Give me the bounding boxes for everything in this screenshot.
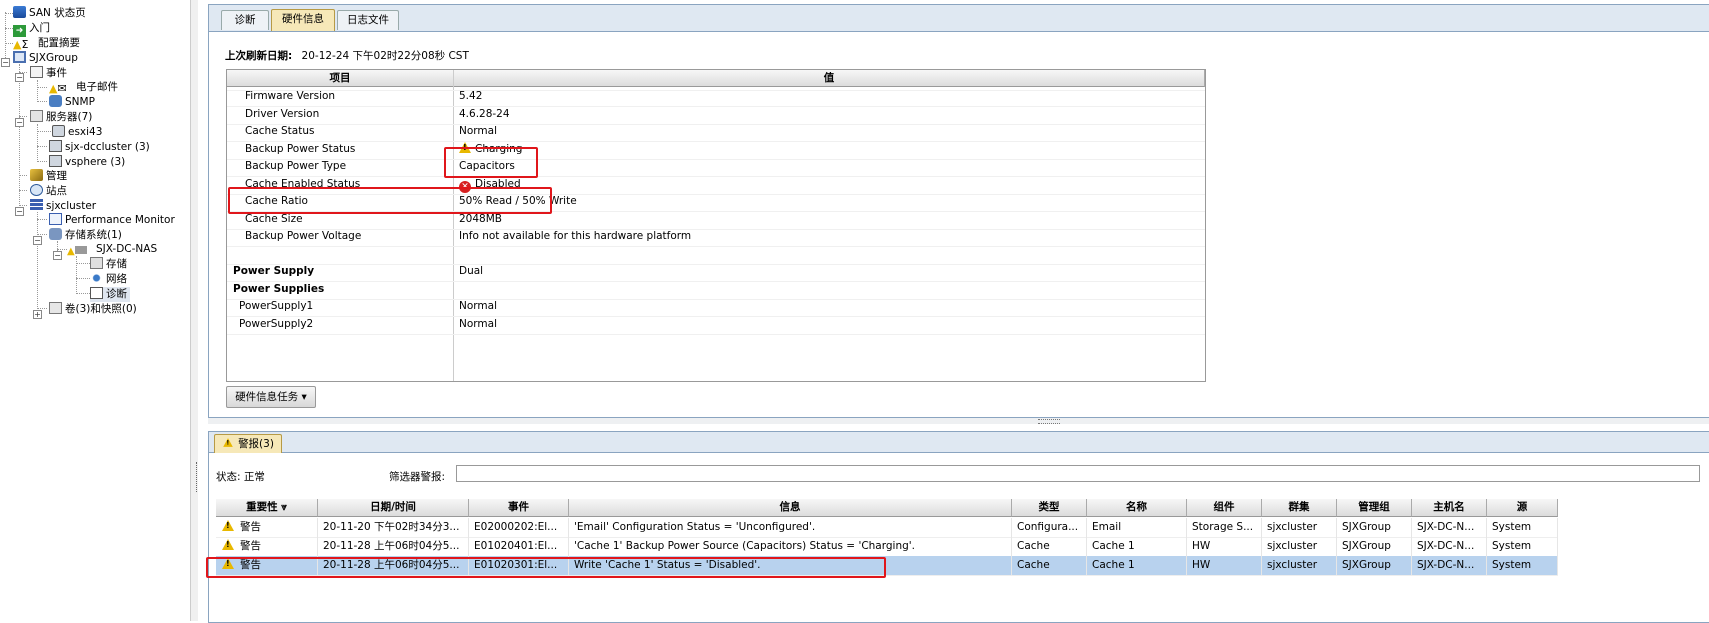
performance-monitor-icon: [49, 213, 62, 225]
storage-icon: [90, 257, 103, 269]
last-refresh-label: 上次刷新日期:: [225, 50, 293, 62]
column-header-type[interactable]: 类型: [1012, 499, 1087, 517]
alarm-status: 状态: 正常: [216, 471, 265, 483]
sites-icon: [30, 184, 43, 196]
expand-volumes-toggle[interactable]: +: [33, 310, 42, 319]
volumes-icon: [49, 302, 62, 314]
servers-icon: [30, 110, 43, 122]
admin-icon: [30, 169, 43, 181]
column-header-datetime[interactable]: 日期/时间: [318, 499, 469, 517]
diagnostics-icon: [90, 287, 103, 299]
cluster-icon: [30, 199, 43, 211]
tree-item-volumes[interactable]: 卷(3)和快照(0): [49, 302, 137, 317]
table-row[interactable]: Cache Status Normal: [227, 122, 1205, 142]
table-row[interactable]: 警告 20-11-20 下午02时34分3... E02000202:El...…: [216, 518, 1558, 538]
splitter-grip[interactable]: [1038, 419, 1060, 424]
column-header-component[interactable]: 组件: [1187, 499, 1262, 517]
tree-item-esxi43[interactable]: esxi43: [52, 125, 102, 140]
tree-item-servers[interactable]: 服务器(7): [30, 110, 92, 125]
navigation-tree: − − − − − − + SAN 状态页 ➜ 入门 ▲Σ 配置摘要 SJXGrou…: [0, 0, 190, 621]
warning-icon: [222, 520, 234, 531]
san-status-icon: [13, 6, 26, 18]
table-row[interactable]: PowerSupply1 Normal: [227, 297, 1205, 317]
highlight-box-cache-enabled: [228, 187, 552, 214]
column-header-source[interactable]: 源: [1487, 499, 1558, 517]
column-header-cluster[interactable]: 群集: [1262, 499, 1337, 517]
email-icon: ▲✉: [49, 82, 67, 95]
network-icon: [90, 272, 103, 284]
table-row[interactable]: 警告 20-11-28 上午06时04分5... E01020401:El...…: [216, 537, 1558, 557]
table-row[interactable]: Backup Power Voltage Info not available f…: [227, 227, 1205, 247]
tab-hardware-info[interactable]: 硬件信息: [271, 9, 335, 31]
highlight-box-charging: [444, 147, 538, 178]
tab-diagnostics[interactable]: 诊断: [221, 10, 269, 30]
tree-item-snmp[interactable]: SNMP: [49, 95, 95, 110]
tree-item-storage[interactable]: 存储: [90, 257, 127, 272]
vertical-splitter[interactable]: [190, 0, 198, 621]
server-cluster-icon: [49, 155, 62, 167]
tree-item-config-summary[interactable]: ▲Σ 配置摘要: [13, 36, 80, 51]
filter-alarms-label: 筛选器警报:: [389, 471, 446, 483]
highlight-box-write-cache-alarm: [206, 557, 886, 578]
server-cluster-icon: [49, 140, 62, 152]
table-row[interactable]: Power Supply Dual: [227, 262, 1205, 282]
collapse-sjxgroup-toggle[interactable]: −: [1, 58, 10, 67]
table-row[interactable]: Backup Power Type Capacitors: [227, 157, 1205, 177]
events-icon: [30, 66, 43, 78]
tree-item-performance-monitor[interactable]: Performance Monitor: [49, 213, 175, 228]
storage-systems-icon: [49, 228, 62, 240]
panel-grip[interactable]: [196, 462, 200, 492]
last-refresh: 上次刷新日期: 20-12-24 下午02时22分08秒 CST: [225, 48, 469, 63]
warning-icon: [222, 539, 234, 550]
tree-item-sjx-dccluster[interactable]: sjx-dccluster (3): [49, 140, 150, 155]
tree-item-sjxgroup[interactable]: SJXGroup: [13, 51, 78, 66]
collapse-sjx-dc-nas-toggle[interactable]: −: [53, 251, 62, 260]
management-group-icon: [13, 51, 26, 63]
column-header-severity[interactable]: 重要性 ⩔: [216, 499, 318, 517]
tree-item-sjx-dc-nas[interactable]: ▲ SJX-DC-NAS: [67, 242, 157, 257]
tree-item-sites[interactable]: 站点: [30, 184, 67, 199]
tree-item-getting-started[interactable]: ➜ 入门: [13, 21, 50, 37]
tree-item-vsphere[interactable]: vsphere (3): [49, 155, 125, 170]
tree-item-storage-systems[interactable]: 存储系统(1): [49, 228, 122, 243]
hardware-info-grid: 项目 值 Firmware Version 5.42 Driver Version…: [226, 69, 1206, 382]
alarms-tab-bar: [209, 432, 1709, 453]
tree-item-sjxcluster[interactable]: sjxcluster: [30, 199, 96, 214]
last-refresh-value: 20-12-24 下午02时22分08秒 CST: [301, 50, 469, 62]
tree-item-san-status[interactable]: SAN 状态页: [13, 6, 86, 21]
tree-item-admin[interactable]: 管理: [30, 169, 67, 184]
tab-alarms[interactable]: 警报(3): [214, 434, 282, 453]
tree-item-network[interactable]: 网络: [90, 272, 127, 287]
warning-icon: [223, 438, 233, 447]
table-row[interactable]: PowerSupply2 Normal: [227, 315, 1205, 335]
collapse-servers-toggle[interactable]: −: [15, 118, 24, 127]
collapse-events-toggle[interactable]: −: [15, 73, 24, 82]
hardware-info-tasks-button[interactable]: 硬件信息任务 ▾: [226, 386, 316, 408]
filter-alarms-input[interactable]: [456, 465, 1700, 482]
tree-item-events[interactable]: 事件: [30, 66, 67, 81]
config-summary-icon: ▲Σ: [13, 38, 29, 51]
column-header-info[interactable]: 信息: [569, 499, 1012, 517]
horizontal-splitter[interactable]: [208, 418, 1709, 424]
tree-item-email[interactable]: ▲✉ 电子邮件: [49, 80, 118, 95]
server-icon: [52, 125, 65, 137]
snmp-icon: [49, 95, 62, 107]
hardware-tab-bar: [209, 5, 1709, 32]
collapse-sjxcluster-toggle[interactable]: −: [15, 207, 24, 216]
tab-log-files[interactable]: 日志文件: [337, 10, 399, 30]
sort-descending-icon: ⩔: [281, 502, 287, 513]
table-row[interactable]: Firmware Version 5.42: [227, 87, 1205, 107]
tree-item-diagnostics[interactable]: 诊断: [90, 287, 130, 302]
collapse-storage-systems-toggle[interactable]: −: [33, 236, 42, 245]
column-header-hostname[interactable]: 主机名: [1412, 499, 1487, 517]
column-header-management-group[interactable]: 管理组: [1337, 499, 1412, 517]
column-header-event[interactable]: 事件: [469, 499, 569, 517]
column-header-name[interactable]: 名称: [1087, 499, 1187, 517]
